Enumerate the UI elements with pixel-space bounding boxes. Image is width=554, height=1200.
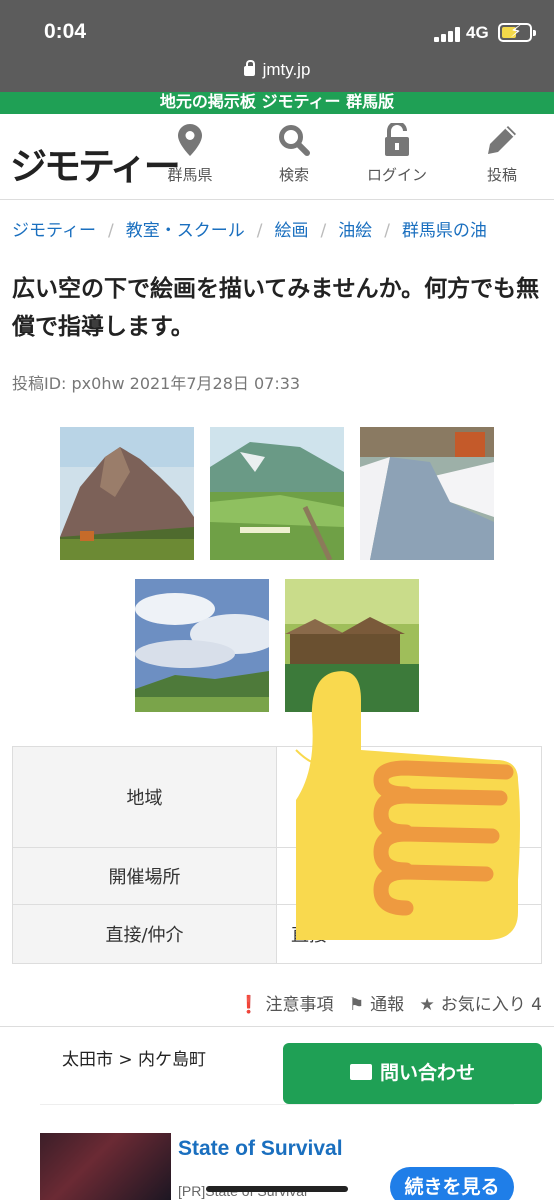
nav-login-label: ログイン: [366, 166, 427, 184]
snow-river-painting: [360, 427, 494, 560]
page-title: 広い空の下で絵画を描いてみませんか。何方でも無償で指導します。: [12, 276, 540, 340]
breadcrumb: ジモティー / 教室・スクール / 絵画 / 油絵 / 群馬県の油: [12, 221, 487, 241]
location-text: 太田市 > 内ケ島町: [62, 1050, 207, 1070]
lock-icon: [243, 60, 255, 76]
detail-key: 地域: [12, 746, 277, 848]
nav-post-label: 投稿: [486, 166, 517, 184]
post-actions: ❗ 注意事項 ⚑ 通報 ★ お気に入り 4: [228, 990, 542, 1015]
url-text: jmty.jp: [262, 60, 311, 79]
nav-prefecture-label: 群馬県: [167, 166, 213, 184]
search-icon: [279, 125, 310, 156]
favorite-count: 4: [531, 995, 542, 1015]
envelope-icon: [349, 1064, 372, 1080]
notice-link[interactable]: ❗ 注意事項: [238, 995, 333, 1015]
info-icon: ❗: [238, 995, 260, 1015]
status-bar: 0:04 4G ⚡ jmty.jp: [0, 0, 554, 92]
site-header: ジモティー 群馬県 検索 ログイン 投稿: [0, 114, 554, 200]
thumbnail-4[interactable]: [135, 579, 269, 712]
breadcrumb-home[interactable]: ジモティー: [12, 221, 96, 241]
network-type: 4G: [466, 23, 489, 42]
thumbs-up-icon: [295, 671, 520, 940]
nav-search-label: 検索: [278, 166, 309, 184]
pencil-icon: [488, 126, 516, 154]
region-banner: 地元の掲示板 ジモティー 群馬版: [0, 92, 554, 114]
notice-label: 注意事項: [265, 995, 334, 1015]
report-link[interactable]: ⚑ 通報: [349, 995, 404, 1015]
breadcrumb-painting[interactable]: 絵画: [274, 221, 308, 241]
mountain-painting: [60, 427, 194, 560]
detail-key: 直接/仲介: [12, 904, 277, 964]
nav-prefecture[interactable]: 群馬県: [140, 122, 240, 192]
status-time: 0:04: [44, 20, 87, 43]
star-icon: ★: [419, 995, 435, 1015]
detail-key: 開催場所: [12, 847, 277, 905]
nav-login[interactable]: ログイン: [347, 122, 447, 192]
thumbnail-2[interactable]: [210, 427, 344, 560]
thumbnail-3[interactable]: [360, 427, 494, 560]
thumbnail-1[interactable]: [60, 427, 194, 560]
home-indicator[interactable]: [206, 1186, 348, 1192]
favorite-link[interactable]: ★ お気に入り 4: [420, 995, 542, 1015]
map-pin-icon: [178, 124, 202, 156]
report-label: 通報: [370, 995, 405, 1015]
favorite-label: お気に入り: [440, 995, 526, 1015]
nav-search[interactable]: 検索: [244, 122, 344, 192]
ad-image: [40, 1133, 171, 1200]
post-id: 投稿ID: px0hw 2021年7月28日 07:33: [12, 374, 301, 393]
contact-button[interactable]: 問い合わせ: [283, 1043, 542, 1104]
valley-painting: [210, 427, 344, 560]
signal-icon: [434, 26, 462, 42]
breadcrumb-gunma-oil[interactable]: 群馬県の油: [402, 221, 487, 241]
breadcrumb-oil-painting[interactable]: 油絵: [338, 221, 372, 241]
ad-title: State of Survival: [178, 1137, 343, 1160]
flag-icon: ⚑: [348, 995, 365, 1015]
contact-label: 問い合わせ: [379, 1062, 475, 1084]
address-bar[interactable]: jmty.jp: [0, 60, 554, 80]
unlock-icon: [385, 123, 409, 156]
nav-post[interactable]: 投稿: [452, 122, 552, 192]
sky-painting: [135, 579, 269, 712]
read-more-button[interactable]: 続きを見る: [390, 1167, 514, 1200]
battery-icon: ⚡: [498, 22, 536, 42]
breadcrumb-school[interactable]: 教室・スクール: [126, 221, 245, 241]
